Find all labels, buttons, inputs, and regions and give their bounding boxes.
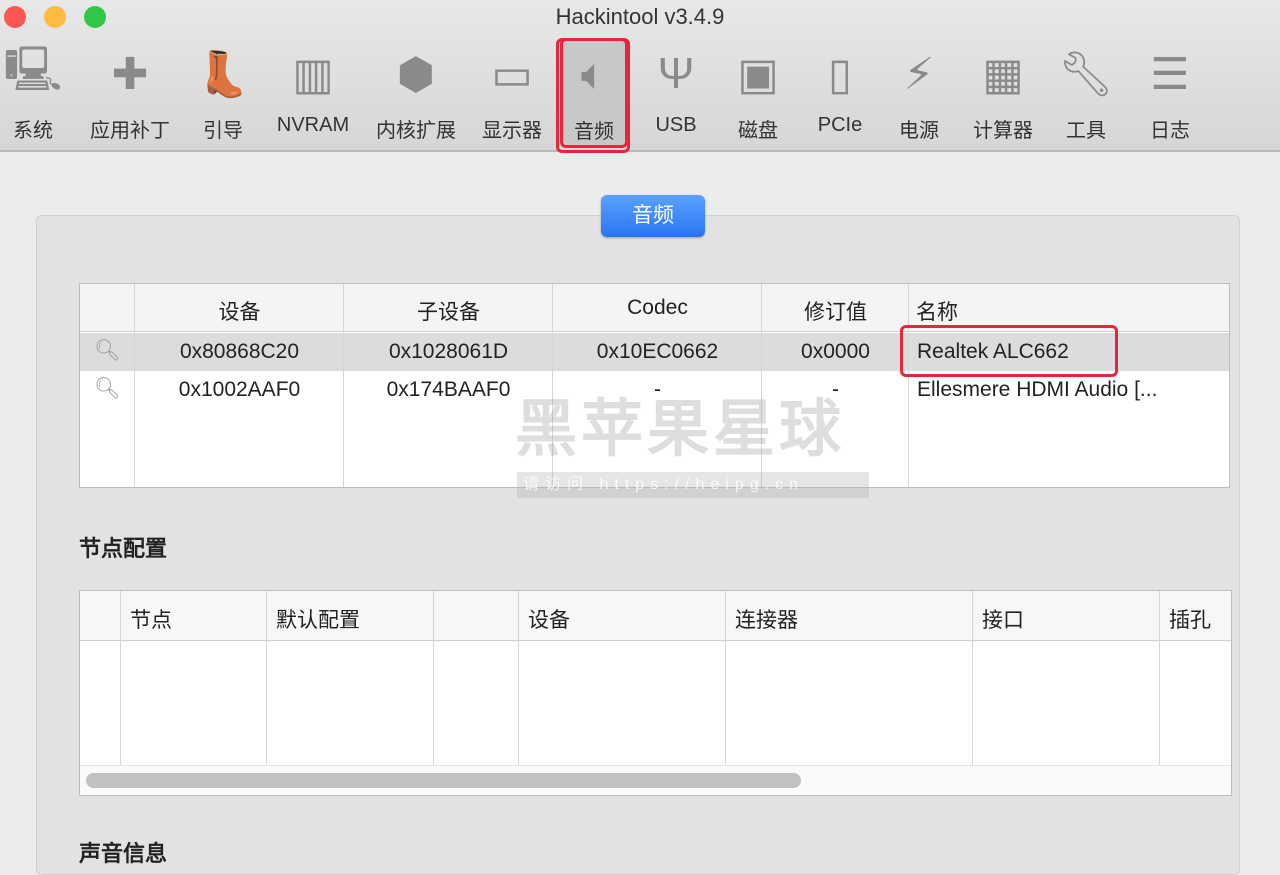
search-icon[interactable]: 🔍︎ [94,339,121,363]
usb-icon: Ψ [657,49,695,98]
header-codec[interactable]: Codec [553,296,762,320]
toolbar-label: 工具 [1066,120,1106,142]
cell-device: 0x1002AAF0 [178,378,301,401]
toolbar-label: 计算器 [973,120,1033,142]
toolbar-label: 应用补丁 [90,120,170,142]
toolbar-item-13[interactable]: ☰ 日志 [1138,40,1202,150]
cell-subdevice: 0x1028061D [388,340,509,363]
toolbar-item-9[interactable]: ▯ PCIe [808,40,872,150]
header-device[interactable]: 设备 [135,296,344,326]
section-title-sound: 声音信息 [79,841,168,866]
header-connector[interactable]: 连接器 [735,604,798,634]
toolbar-label: NVRAM [276,114,350,136]
header-default-config[interactable]: 默认配置 [276,604,360,634]
window-title: Hackintool v3.4.9 [555,4,725,29]
cell-device: 0x80868C20 [179,340,300,363]
toolbar-item-1[interactable]: ✚ 应用补丁 [82,40,178,150]
bandage-icon: ✚ [111,49,149,99]
toolbar-label: 磁盘 [738,120,778,142]
toolbar-item-0[interactable]: 🖳 系统 [3,40,63,150]
toolbar-item-5[interactable]: ▭ 显示器 [476,40,548,150]
header-device[interactable]: 设备 [528,604,570,634]
log-icon: ☰ [1150,49,1190,99]
toolbar-label: PCIe [817,114,863,136]
toolbar-label: USB [655,114,697,136]
toolbar-label: 引导 [203,120,243,142]
disk-icon: ▣ [737,49,779,99]
toolbar-label: 显示器 [482,120,542,142]
toolbar-item-11[interactable]: ▦ 计算器 [962,40,1044,150]
header-subdevice[interactable]: 子设备 [344,296,553,326]
title-bar: Hackintool v3.4.9 🖳 系统 ✚ 应用补丁 👢 引导 ▥ NVRAM ⬢ 内核扩展… [0,0,1280,152]
toolbar-label: 电源 [899,120,939,142]
toolbar-item-10[interactable]: ⚡︎ 电源 [886,40,952,150]
toolbar-item-12[interactable]: 🔧︎ 工具 [1054,40,1118,150]
computer-icon: 🖳 [3,44,63,94]
toolbar-item-7[interactable]: Ψ USB [646,40,706,150]
highlight-box [900,325,1118,377]
monitor-icon: ▭ [491,49,533,99]
lego-icon: ⬢ [396,49,436,99]
header-name[interactable]: 名称 [916,296,1216,326]
toolbar-item-3[interactable]: ▥ NVRAM [270,40,356,150]
cell-revision: 0x0000 [801,340,870,363]
toolbar-item-8[interactable]: ▣ 磁盘 [727,40,789,150]
header-node[interactable]: 节点 [130,604,172,634]
calculator-icon: ▦ [982,49,1024,99]
power-icon: ⚡︎ [903,49,935,99]
header-revision[interactable]: 修订值 [762,296,909,326]
search-icon[interactable]: 🔍︎ [94,377,121,401]
table-header: 节点 默认配置 设备 连接器 接口 插孔 [80,591,1231,641]
nvram-icon: ▥ [292,49,334,99]
watermark-url: 请访问 https://heipg.cn [517,472,869,498]
wrench-icon: 🔧︎ [1058,50,1114,99]
toolbar-item-2[interactable]: 👢 引导 [192,40,254,150]
cell-name: Ellesmere HDMI Audio [... [917,378,1158,401]
toolbar-item-4[interactable]: ⬢ 内核扩展 [368,40,464,150]
node-config-table: 节点 默认配置 设备 连接器 接口 插孔 [79,590,1232,796]
highlight-box [556,38,630,153]
toolbar-label: 内核扩展 [376,120,456,142]
header-port[interactable]: 接口 [982,604,1024,634]
boot-icon: 👢 [195,50,251,99]
watermark: 黑苹果星球 [515,395,846,464]
toolbar-label: 系统 [13,120,53,142]
pcie-icon: ▯ [827,49,853,99]
horizontal-scrollbar[interactable] [80,765,1231,795]
scrollbar-thumb[interactable] [86,773,801,788]
section-title-nodes: 节点配置 [79,536,168,561]
audio-segment-button[interactable]: 音频 [601,195,705,237]
header-jack[interactable]: 插孔 [1169,604,1211,634]
toolbar-label: 日志 [1150,120,1190,142]
cell-codec: 0x10EC0662 [596,340,719,363]
